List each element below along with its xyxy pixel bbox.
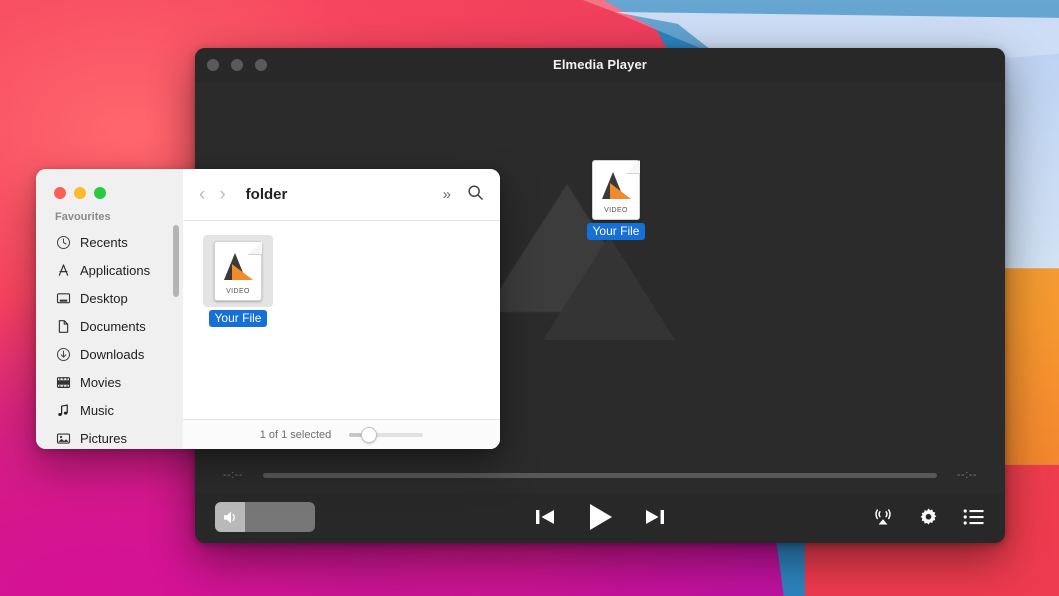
file-selection-tile[interactable]: VIDEO xyxy=(203,235,273,307)
airplay-icon[interactable] xyxy=(872,506,894,528)
player-seek-row: --:-- --:-- xyxy=(195,459,1005,491)
sidebar-item-label: Desktop xyxy=(80,290,128,306)
elmedia-logo-icon xyxy=(222,253,256,281)
video-file-icon: VIDEO xyxy=(214,241,262,301)
double-chevron-right-icon[interactable]: » xyxy=(443,186,451,203)
photo-icon xyxy=(55,430,71,446)
sidebar-item-label: Music xyxy=(80,402,114,418)
icon-size-slider[interactable] xyxy=(349,426,424,443)
sidebar-item-label: Applications xyxy=(80,262,151,278)
file-name-label[interactable]: Your File xyxy=(208,310,268,327)
play-button[interactable] xyxy=(585,501,615,533)
finder-window-controls xyxy=(54,187,106,199)
chevron-right-icon[interactable]: › xyxy=(219,185,225,204)
search-icon[interactable] xyxy=(467,184,484,206)
finder-toolbar-right: » xyxy=(443,184,484,206)
finder-window: Favourites Recents Applications Desktop xyxy=(36,169,500,449)
finder-minimize-button[interactable] xyxy=(74,187,86,199)
settings-gear-icon[interactable] xyxy=(918,507,939,528)
total-time-label: --:-- xyxy=(956,469,978,481)
finder-close-button[interactable] xyxy=(54,187,66,199)
document-icon xyxy=(55,318,71,334)
sidebar-item-label: Movies xyxy=(80,374,122,390)
sidebar-item-desktop[interactable]: Desktop xyxy=(36,284,183,312)
current-time-label: --:-- xyxy=(222,469,244,481)
finder-statusbar: 1 of 1 selected xyxy=(183,419,500,449)
player-title: Elmedia Player xyxy=(553,57,647,72)
sidebar-scrollbar[interactable] xyxy=(173,225,179,297)
finder-path-title: folder xyxy=(245,186,288,203)
finder-file-grid[interactable]: VIDEO Your File xyxy=(183,221,500,419)
sidebar-item-movies[interactable]: Movies xyxy=(36,368,183,396)
finder-main-area: ‹ › folder » VIDEO Your File 1 of 1 sele… xyxy=(183,169,500,449)
player-window-controls xyxy=(207,59,267,71)
clock-icon xyxy=(55,234,71,250)
sidebar-item-recents[interactable]: Recents xyxy=(36,228,183,256)
player-right-icons xyxy=(872,506,985,528)
playlist-icon[interactable] xyxy=(963,508,985,526)
sidebar-item-label: Recents xyxy=(80,234,128,250)
sidebar-item-label: Pictures xyxy=(80,430,127,446)
sidebar-item-label: Documents xyxy=(80,318,146,334)
seek-slider[interactable] xyxy=(263,472,937,478)
file-item[interactable]: VIDEO Your File xyxy=(203,235,273,327)
icon-size-slider-knob[interactable] xyxy=(361,426,378,443)
player-zoom-button[interactable] xyxy=(255,59,267,71)
film-icon xyxy=(55,374,71,390)
player-controls-bar xyxy=(195,491,1005,543)
file-type-label: VIDEO xyxy=(226,288,250,295)
player-titlebar: Elmedia Player xyxy=(195,48,1005,82)
sidebar-item-documents[interactable]: Documents xyxy=(36,312,183,340)
sidebar-section-header: Favourites xyxy=(55,211,111,223)
selection-status-text: 1 of 1 selected xyxy=(259,428,332,441)
sidebar-item-applications[interactable]: Applications xyxy=(36,256,183,284)
volume-slider[interactable] xyxy=(215,502,315,532)
finder-zoom-button[interactable] xyxy=(94,187,106,199)
desktop: Elmedia Player VIDEO Your File --:-- --:… xyxy=(0,0,1059,596)
player-minimize-button[interactable] xyxy=(231,59,243,71)
download-icon xyxy=(55,346,71,362)
finder-sidebar: Favourites Recents Applications Desktop xyxy=(36,169,183,449)
speaker-icon[interactable] xyxy=(215,502,245,532)
chevron-left-icon[interactable]: ‹ xyxy=(199,185,205,204)
sidebar-item-label: Downloads xyxy=(80,346,145,362)
finder-toolbar: ‹ › folder » xyxy=(183,169,500,221)
next-button[interactable] xyxy=(643,506,667,528)
music-note-icon xyxy=(55,402,71,418)
desktop-icon xyxy=(55,290,71,306)
sidebar-item-pictures[interactable]: Pictures xyxy=(36,424,183,449)
elmedia-logo-watermark-icon xyxy=(485,178,715,378)
applications-icon xyxy=(55,262,71,278)
sidebar-item-downloads[interactable]: Downloads xyxy=(36,340,183,368)
previous-button[interactable] xyxy=(533,506,557,528)
sidebar-item-music[interactable]: Music xyxy=(36,396,183,424)
player-close-button[interactable] xyxy=(207,59,219,71)
